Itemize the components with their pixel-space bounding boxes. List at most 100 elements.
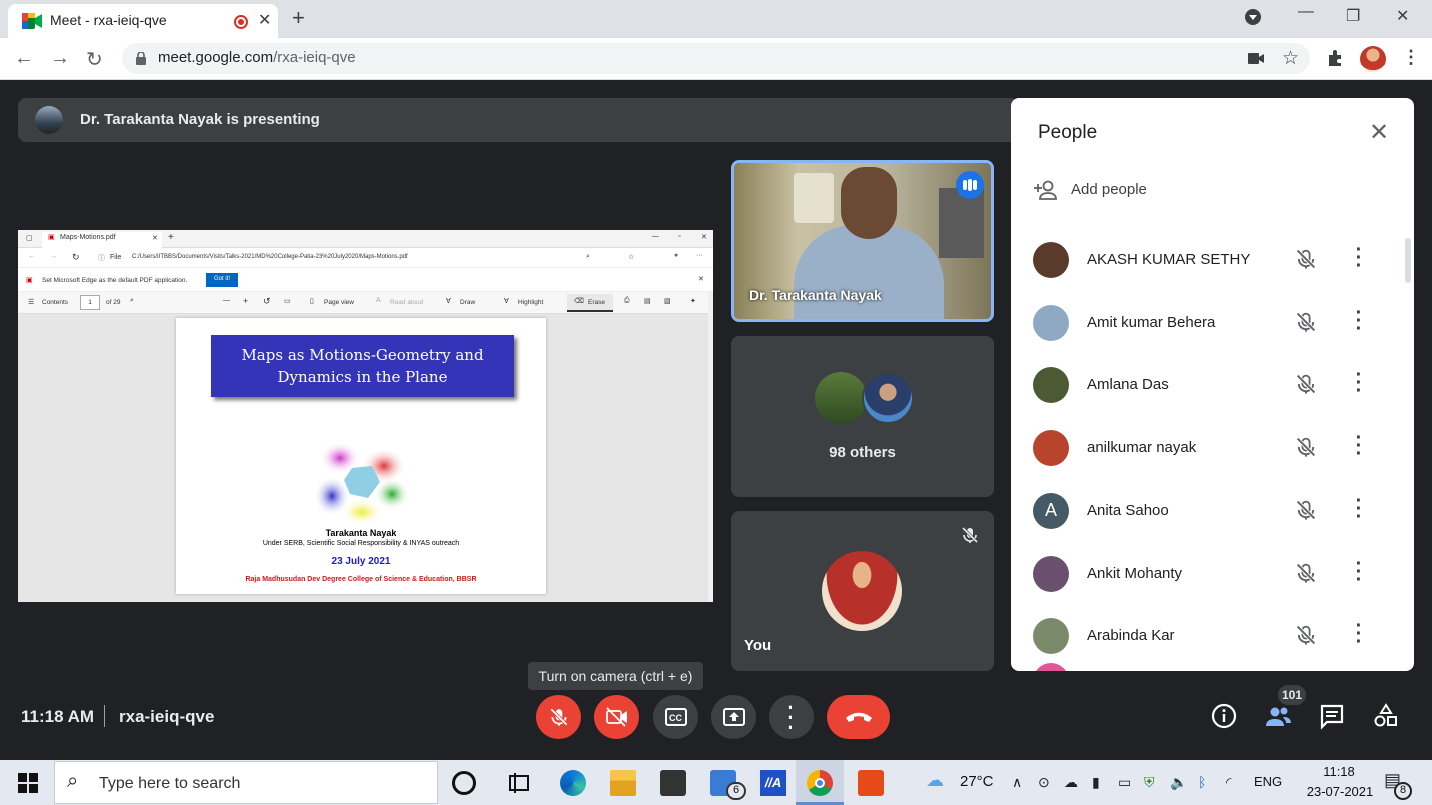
store-icon[interactable] (660, 770, 686, 796)
app-icon[interactable]: //A (760, 770, 786, 796)
participant-row[interactable]: Amit kumar Behera · · · (1011, 297, 1414, 359)
security-shield-icon[interactable]: ⛨ (1144, 774, 1155, 791)
bluetooth-icon[interactable]: ᛒ (1198, 774, 1206, 790)
participant-more-icon[interactable]: · · · (1354, 491, 1364, 527)
page-total: of 29 (106, 299, 121, 306)
meeting-code: rxa-ieiq-qve (119, 707, 215, 726)
windows-start-icon[interactable] (18, 773, 38, 793)
pdf-file-label: File (110, 254, 122, 261)
participant-avatar (1033, 555, 1069, 592)
taskbar-date[interactable]: 23-07-2021 (1300, 784, 1380, 799)
profile-avatar[interactable] (1360, 46, 1386, 72)
slide-date: 23 July 2021 (331, 556, 391, 567)
browser-toolbar: ← → ↻ meet.google.com/rxa-ieiq-qve ☆ ⋮ (0, 38, 1432, 80)
forward-arrow-icon[interactable]: → (50, 47, 70, 70)
onedrive-icon[interactable]: ☁ (1064, 774, 1078, 791)
people-panel: People ✕ Add people AKASH KUMAR SETHY · · ·… (1011, 98, 1414, 671)
speaker-tile[interactable]: Dr. Tarakanta Nayak (731, 160, 994, 322)
extensions-puzzle-icon[interactable] (1326, 49, 1344, 67)
meeting-details-icon[interactable] (1210, 702, 1238, 730)
window-close-icon[interactable]: ✕ (1396, 6, 1409, 26)
mail-badge: 6 (726, 782, 746, 800)
office-icon[interactable] (858, 770, 884, 796)
participant-row[interactable]: AKASH KUMAR SETHY · · · (1011, 234, 1414, 296)
bookmark-star-icon[interactable]: ☆ (1282, 47, 1299, 70)
hang-up-icon (846, 712, 872, 722)
tab-close-button[interactable]: ✕ (258, 10, 271, 30)
file-explorer-icon[interactable] (610, 770, 636, 796)
weather-icon[interactable]: ☁ (926, 770, 944, 791)
chat-icon[interactable] (1318, 702, 1346, 730)
participant-more-icon[interactable]: · · · (1354, 554, 1364, 590)
participant-more-icon[interactable]: · · · (1354, 365, 1364, 401)
minimize-icon[interactable]: — (1298, 3, 1314, 21)
pdf-more-icon: ··· (696, 252, 703, 259)
people-scrollbar[interactable] (1405, 238, 1411, 283)
pdf-min-icon: — (652, 233, 659, 240)
volume-icon[interactable]: 🔈 (1170, 774, 1187, 791)
present-now-button[interactable] (711, 695, 756, 739)
cortana-icon[interactable] (452, 771, 476, 795)
weather-temperature[interactable]: 27°C (960, 773, 994, 790)
new-tab-button[interactable]: + (292, 5, 305, 31)
restore-icon[interactable]: ❐ (1346, 6, 1360, 26)
battery-icon[interactable]: ▭ (1118, 774, 1131, 791)
show-hidden-icons[interactable]: ∧ (1012, 774, 1022, 791)
mic-toggle-button[interactable] (536, 695, 581, 739)
participant-more-icon[interactable]: · · · (1354, 240, 1364, 276)
reload-icon[interactable]: ↻ (86, 47, 103, 72)
pdf-fav-icon: ☆ (628, 254, 635, 261)
url-path: /rxa-ieiq-qve (273, 49, 356, 66)
pdf-close-icon: ✕ (701, 234, 707, 241)
back-arrow-icon[interactable]: ← (14, 47, 34, 70)
task-view-icon[interactable] (506, 770, 532, 796)
participant-row[interactable]: Arabinda Kar · · · (1011, 610, 1414, 671)
participant-more-icon[interactable]: · · · (1354, 428, 1364, 464)
read-aloud-icon: A (376, 297, 381, 304)
people-icon[interactable] (1264, 702, 1292, 730)
participant-row[interactable]: anilkumar nayak · · · (1011, 422, 1414, 484)
shared-screen[interactable]: ▢ ▣ Maps-Motions.pdf ✕ + — ▫ ✕ ← → ↻ ⓘ F… (18, 230, 713, 602)
input-language[interactable]: ENG (1254, 774, 1282, 789)
participant-more-icon[interactable]: · · · (1354, 616, 1364, 652)
others-tile[interactable]: 98 others (731, 336, 994, 497)
participant-name: Amit kumar Behera (1087, 313, 1216, 331)
participant-muted-icon (1296, 625, 1316, 645)
self-tile[interactable]: You (731, 511, 994, 671)
presenting-banner: Dr. Tarakanta Nayak is presenting (18, 98, 1018, 142)
edge-browser-icon[interactable] (560, 770, 586, 796)
camera-toggle-button[interactable] (594, 695, 639, 739)
participant-avatar (1033, 430, 1069, 467)
participant-muted-icon (1296, 312, 1316, 332)
read-aloud-label: Read aloud (390, 299, 424, 306)
fit-page-icon: ▭ (284, 298, 291, 305)
wifi-icon[interactable]: ◜ (1226, 774, 1231, 791)
captions-button[interactable]: CC (653, 695, 698, 739)
slide-title-line1: Maps as Motions-Geometry and (241, 346, 484, 364)
participant-row[interactable]: Ankit Mohanty · · · (1011, 548, 1414, 610)
activities-icon[interactable] (1372, 702, 1400, 730)
slide-college: Raja Madhusudan Dev Degree College of Sc… (245, 576, 477, 583)
end-call-button[interactable] (827, 695, 890, 739)
more-options-button[interactable]: · · · (769, 695, 814, 739)
microphone-tray-icon[interactable]: ▮ (1092, 774, 1100, 791)
self-muted-icon (961, 526, 979, 544)
chrome-taskbar-active[interactable] (796, 760, 844, 805)
fractal-logo-image (314, 442, 409, 526)
participant-name: AKASH KUMAR SETHY (1087, 251, 1251, 268)
tab-search-icon[interactable] (1244, 8, 1262, 31)
taskbar-time[interactable]: 11:18 (1314, 764, 1364, 779)
highlight-icon: ∀ (504, 298, 509, 305)
camera-blocked-icon[interactable] (1248, 53, 1264, 64)
pdf-tab-close-icon: ✕ (152, 235, 158, 242)
close-panel-icon[interactable]: ✕ (1369, 118, 1389, 147)
address-bar[interactable]: meet.google.com/rxa-ieiq-qve ☆ (122, 43, 1310, 74)
meet-tray-icon[interactable]: ⊙ (1038, 774, 1050, 791)
pdf-zoom-icon: ⌕ (586, 253, 590, 260)
participant-row[interactable]: Amlana Das · · · (1011, 359, 1414, 421)
browser-tab[interactable]: Meet - rxa-ieiq-qve ✕ (8, 4, 278, 38)
browser-menu-icon[interactable]: ⋮ (1402, 47, 1420, 68)
participant-row[interactable]: A Anita Sahoo · · · (1011, 485, 1414, 547)
participant-more-icon[interactable]: · · · (1354, 303, 1364, 339)
taskbar-search-box[interactable]: ⌕ Type here to search (54, 761, 438, 804)
